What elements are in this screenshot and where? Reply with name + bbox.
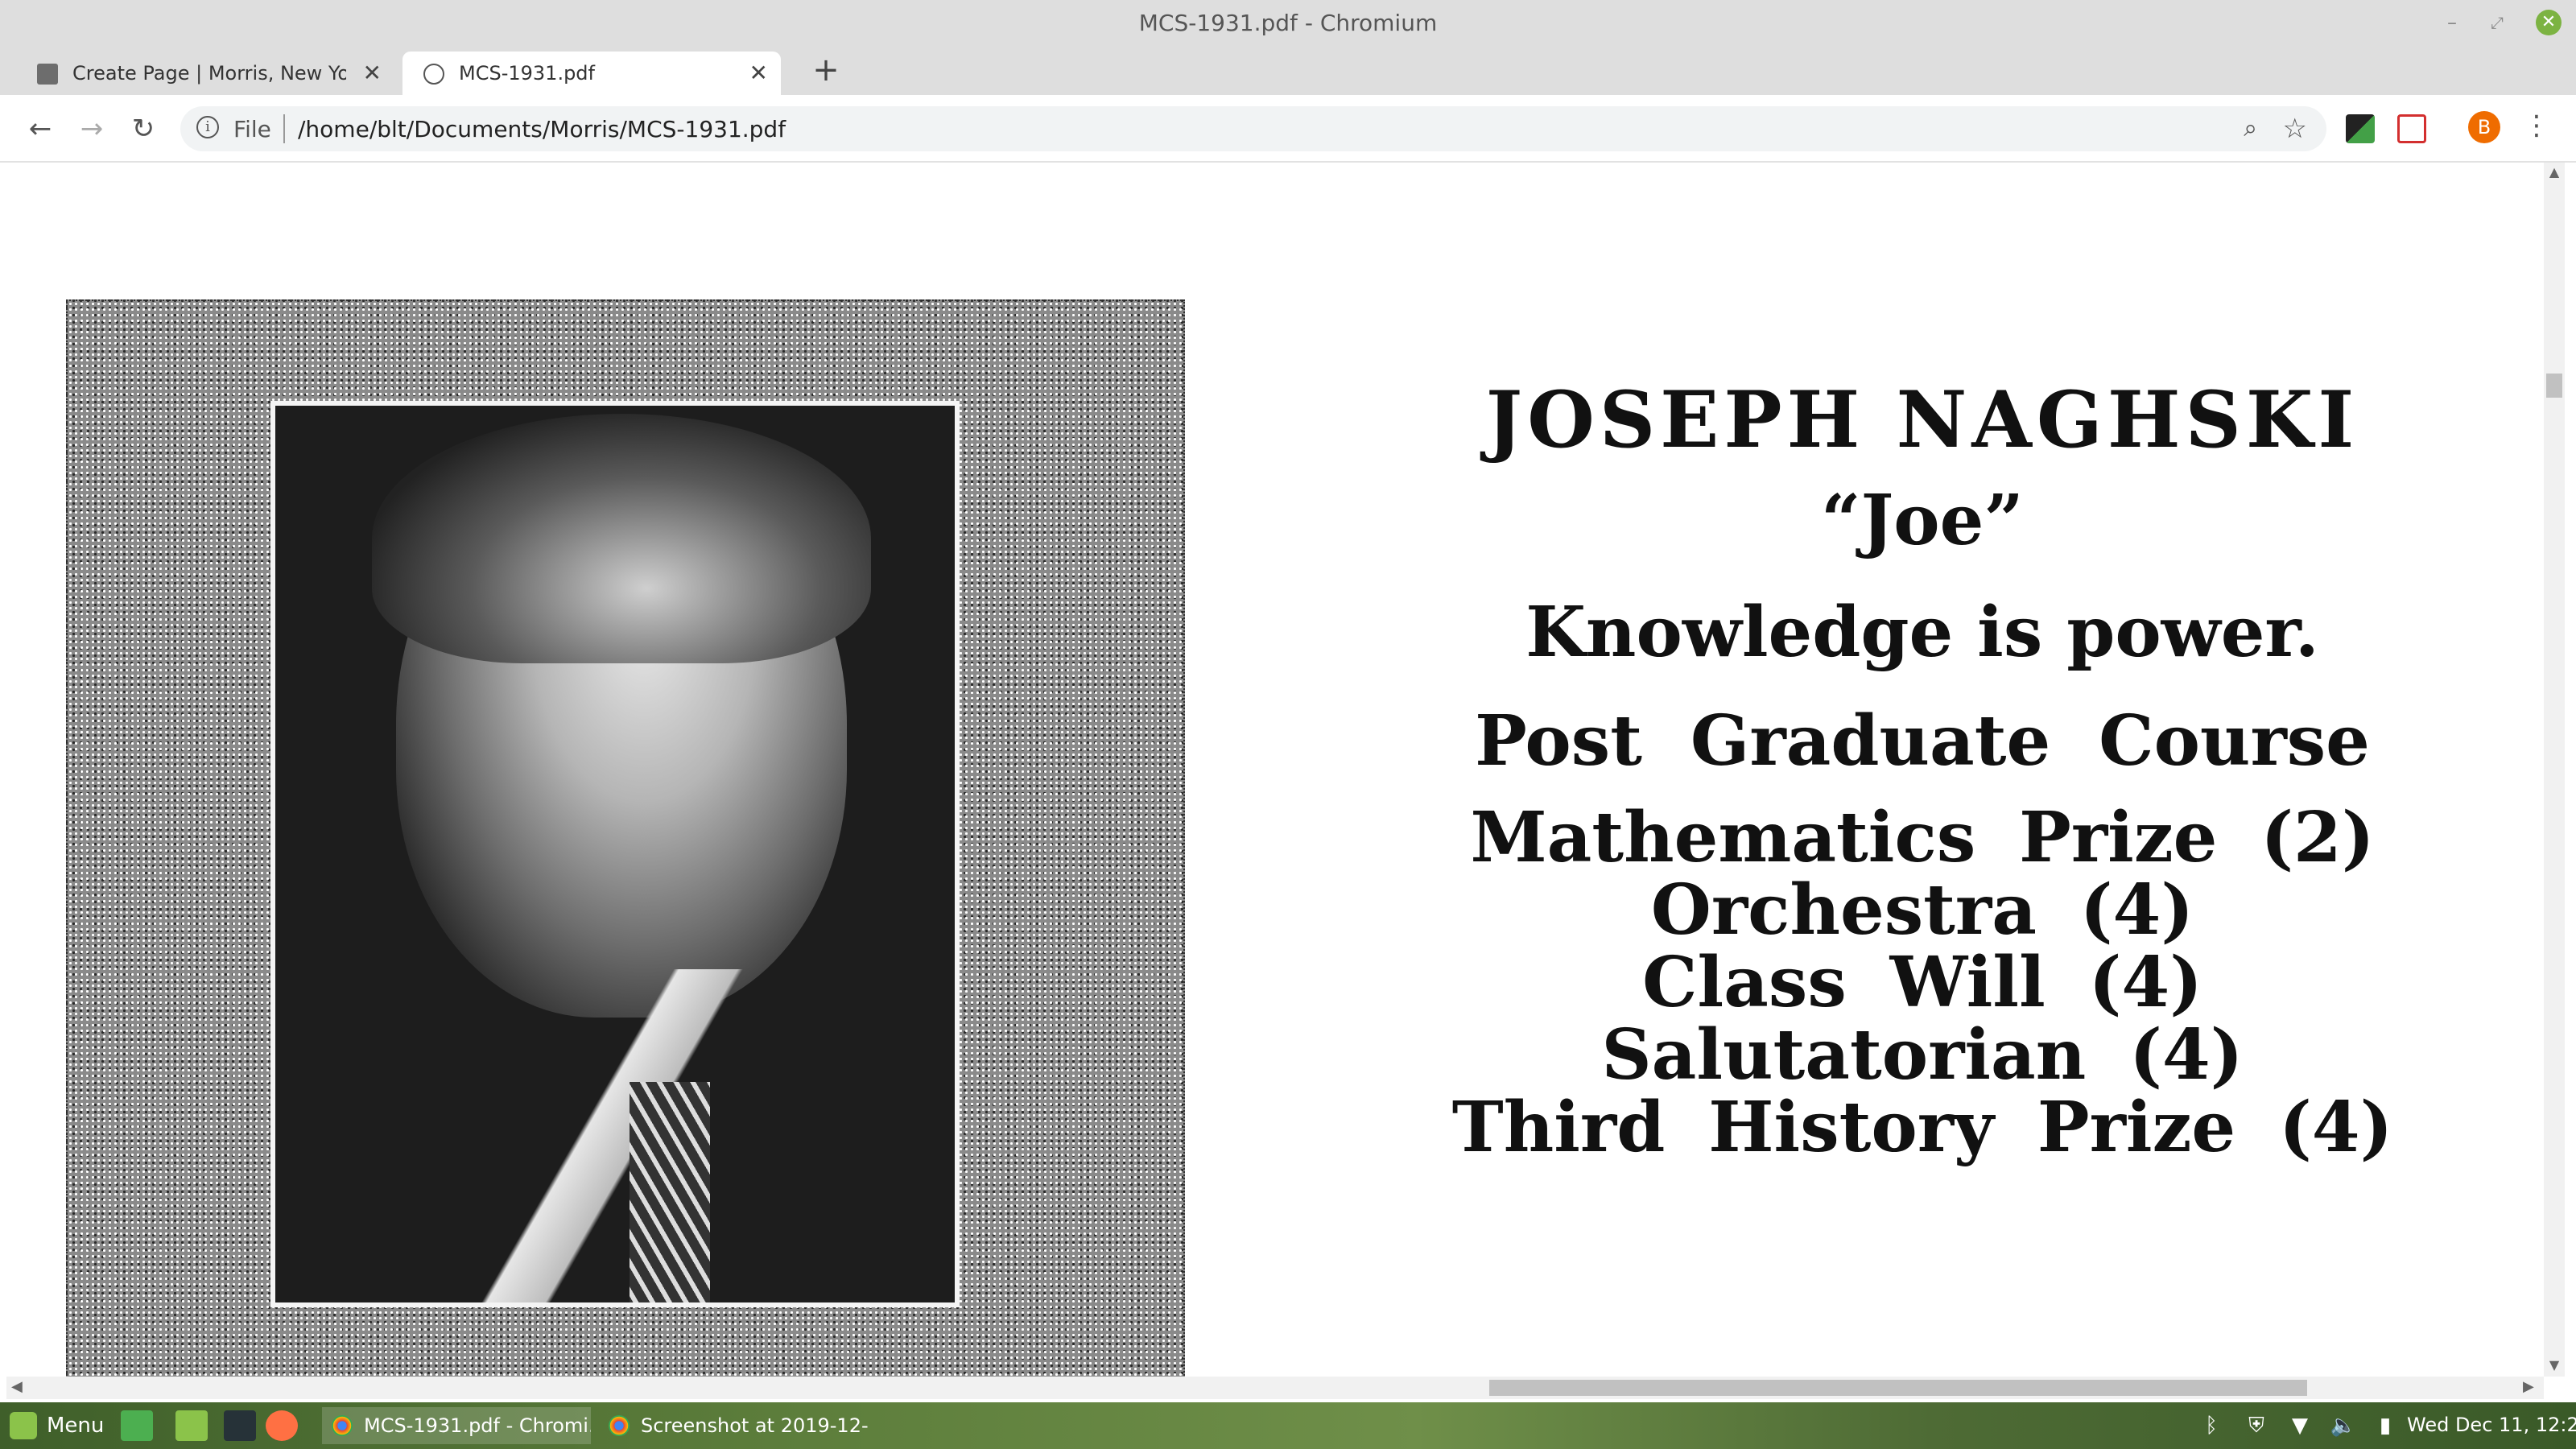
pdf-viewport[interactable]: JOSEPH NAGHSKI “Joe” Knowledge is power.…: [6, 163, 2544, 1377]
student-name: JOSEPH NAGHSKI: [1485, 374, 2359, 465]
honor-item: Third History Prize (4): [1451, 1087, 2393, 1168]
horizontal-scroll-thumb[interactable]: [1489, 1380, 2307, 1396]
vertical-scrollbar[interactable]: ▲ ▼: [2544, 163, 2565, 1377]
tab-create-page[interactable]: Create Page | Morris, New York ✕: [16, 52, 394, 95]
new-tab-button[interactable]: +: [810, 52, 842, 89]
close-icon[interactable]: ✕: [363, 52, 382, 95]
honor-item: Orchestra (4): [1650, 869, 2194, 951]
address-bar[interactable]: i File /home/blt/Documents/Morris/MCS-19…: [180, 106, 2326, 151]
minimize-icon[interactable]: –: [2439, 10, 2465, 35]
tab-mcs-1931[interactable]: MCS-1931.pdf ✕: [402, 52, 781, 95]
mint-logo-icon: [10, 1412, 37, 1439]
taskbar-task-chromium[interactable]: MCS-1931.pdf - Chromi...: [322, 1407, 591, 1444]
task-label: Screenshot at 2019-12-...: [641, 1414, 868, 1437]
star-icon[interactable]: ☆: [2283, 113, 2307, 145]
zoom-icon[interactable]: ⌕: [2244, 114, 2257, 142]
close-window-icon[interactable]: ✕: [2536, 10, 2562, 35]
kebab-menu-icon[interactable]: ⋮: [2523, 109, 2550, 142]
scroll-up-icon[interactable]: ▲: [2544, 164, 2565, 180]
honor-item: Salutatorian (4): [1601, 1014, 2244, 1096]
scroll-down-icon[interactable]: ▼: [2544, 1357, 2565, 1373]
forward-icon[interactable]: →: [74, 111, 109, 147]
extension-checkmark-icon[interactable]: [2346, 114, 2375, 143]
chromium-icon: [332, 1415, 353, 1436]
yearbook-photo-frame: [66, 299, 1185, 1377]
volume-icon[interactable]: 🔈: [2330, 1412, 2357, 1439]
maximize-icon[interactable]: ⤢: [2484, 10, 2510, 35]
portrait-tie: [630, 1082, 710, 1302]
honors-list: Mathematics Prize (2) Orchestra (4) Clas…: [1375, 802, 2470, 1164]
info-icon[interactable]: i: [196, 116, 219, 138]
task-label: MCS-1931.pdf - Chromi...: [364, 1414, 591, 1437]
horizontal-scrollbar[interactable]: ◀ ▶: [6, 1377, 2544, 1399]
page-thumbnail-icon: [37, 64, 58, 85]
tab-label: MCS-1931.pdf: [459, 62, 595, 85]
wifi-icon[interactable]: ▼: [2286, 1412, 2314, 1439]
globe-icon: [423, 64, 444, 85]
terminal-icon[interactable]: [224, 1410, 256, 1441]
taskbar-clock[interactable]: Wed Dec 11, 12:25: [2407, 1414, 2576, 1436]
start-menu-label: Menu: [47, 1414, 105, 1438]
browser-toolbar: ← → ↻ i File /home/blt/Documents/Morris/…: [0, 95, 2576, 163]
honor-item: Mathematics Prize (2): [1470, 797, 2375, 878]
window-titlebar: MCS-1931.pdf - Chromium – ⤢ ✕: [0, 0, 2576, 47]
portrait-hair: [372, 414, 871, 663]
os-taskbar: Menu MCS-1931.pdf - Chromi... Screenshot…: [0, 1402, 2576, 1449]
url-scheme: File: [233, 116, 271, 142]
bluetooth-icon[interactable]: ᛒ: [2198, 1412, 2225, 1439]
scroll-left-icon[interactable]: ◀: [11, 1378, 23, 1395]
shield-icon[interactable]: ⛨: [2243, 1412, 2270, 1439]
file-manager-icon[interactable]: [175, 1410, 208, 1441]
student-course: Post Graduate Course: [1475, 700, 2370, 782]
url-text[interactable]: /home/blt/Documents/Morris/MCS-1931.pdf: [298, 116, 786, 142]
tab-label: Create Page | Morris, New York: [72, 62, 346, 85]
taskbar-task-screenshot[interactable]: Screenshot at 2019-12-...: [599, 1407, 868, 1444]
window-title: MCS-1931.pdf - Chromium: [1138, 10, 1438, 36]
close-icon[interactable]: ✕: [749, 52, 768, 95]
honor-item: Class Will (4): [1642, 942, 2202, 1023]
profile-avatar[interactable]: B: [2468, 111, 2500, 143]
firefox-icon[interactable]: [266, 1410, 298, 1441]
scroll-right-icon[interactable]: ▶: [2523, 1378, 2534, 1395]
battery-icon[interactable]: ▮: [2372, 1412, 2399, 1439]
yearbook-entry-text: JOSEPH NAGHSKI “Joe” Knowledge is power.…: [1375, 372, 2470, 1164]
extension-pdf-icon[interactable]: [2397, 114, 2426, 143]
tab-strip: Create Page | Morris, New York ✕ MCS-193…: [0, 47, 2576, 95]
start-menu-button[interactable]: Menu: [10, 1410, 104, 1441]
student-nickname: “Joe”: [1821, 480, 2024, 561]
back-icon[interactable]: ←: [23, 111, 58, 147]
vertical-scroll-thumb[interactable]: [2546, 374, 2562, 398]
student-motto: Knowledge is power.: [1525, 592, 2319, 673]
reload-icon[interactable]: ↻: [126, 111, 161, 147]
chromium-icon: [609, 1415, 630, 1436]
show-desktop-icon[interactable]: [121, 1410, 153, 1441]
portrait-photo: [270, 401, 960, 1307]
url-separator: [283, 114, 285, 143]
